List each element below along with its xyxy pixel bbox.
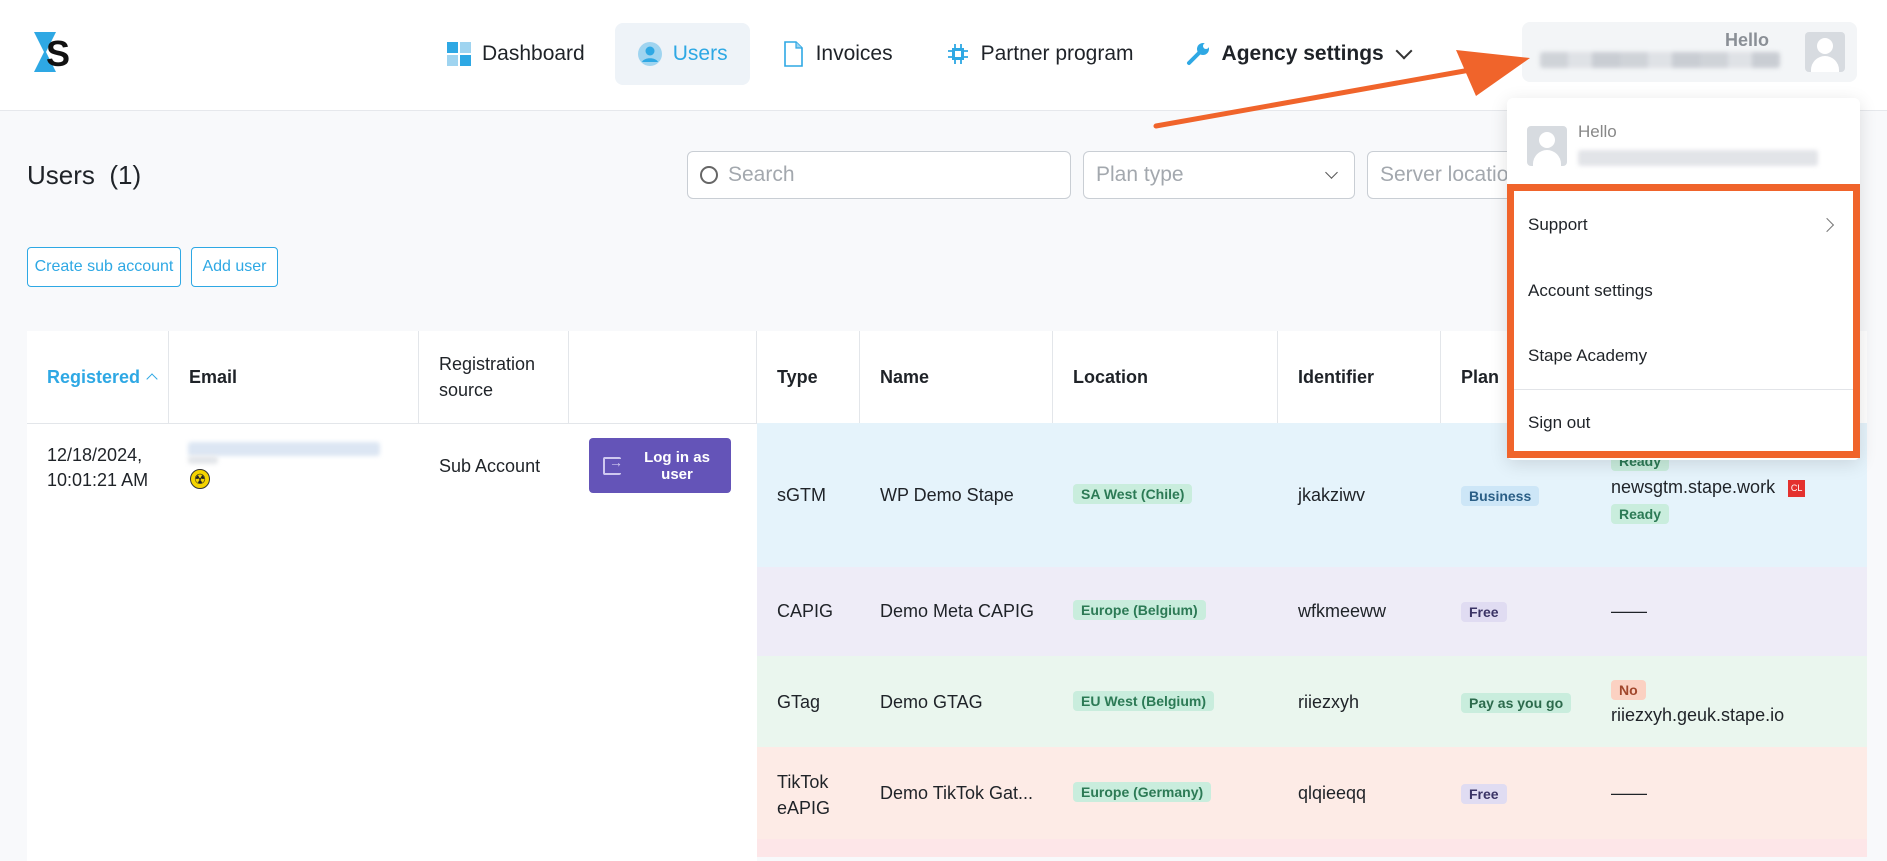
user-menu-trigger[interactable]: Hello [1522, 22, 1857, 82]
domain-empty: —— [1611, 783, 1647, 803]
col-identifier: Identifier [1278, 331, 1441, 423]
col-registration-source-label: Registration source [439, 354, 536, 400]
domain-name: riiezxyh.geuk.stape.io [1611, 705, 1785, 725]
document-icon [783, 41, 803, 67]
email-redacted [188, 442, 380, 456]
nav-partner-label: Partner program [980, 42, 1134, 65]
row-name: Demo TikTok Gat... [880, 783, 1034, 803]
location-badge: Europe (Germany) [1073, 782, 1212, 802]
table-row[interactable]: CAPIG Demo Meta CAPIG Europe (Belgium) w… [757, 567, 1867, 656]
plan-type-select[interactable]: Plan type [1083, 151, 1355, 199]
plan-badge: Pay as you go [1461, 693, 1572, 713]
plan-badge: Free [1461, 602, 1507, 622]
server-location-select[interactable]: Server location [1367, 151, 1527, 199]
nav-users-label: Users [672, 42, 728, 65]
svg-text:S: S [46, 33, 70, 74]
nav-users[interactable]: Users [614, 23, 750, 85]
nav-partner-program[interactable]: Partner program [923, 23, 1156, 85]
row-identifier: qlqieeqq [1298, 783, 1367, 803]
user-email-redacted [1540, 52, 1780, 68]
col-registered[interactable]: Registered [27, 331, 169, 423]
sort-up-icon [146, 373, 158, 385]
table-row[interactable]: TikTok eAPIG Demo TikTok Gat... Europe (… [757, 747, 1867, 839]
domain-item: newsgtm.stape.work CL [1611, 477, 1806, 498]
status-badge: Ready [1611, 504, 1670, 524]
domain-list: Ready newsgtm.stape.work CL Ready [1611, 451, 1806, 524]
user-hello: Hello [1724, 30, 1769, 50]
dropdown-hello: Hello [1578, 122, 1617, 141]
search-input[interactable]: Search [687, 151, 1071, 199]
row-identifier: wfkmeeww [1298, 601, 1387, 621]
domain-empty: —— [1611, 601, 1647, 621]
col-actions [569, 331, 757, 423]
annotation-arrow [1153, 50, 1530, 129]
plan-badge: Free [1461, 784, 1507, 804]
plan-type-placeholder: Plan type [1096, 163, 1184, 186]
table-row[interactable]: GTag Demo GTAG EU West (Belgium) riiezxy… [757, 656, 1867, 747]
status-badge: No [1611, 680, 1646, 700]
server-location-placeholder: Server location [1380, 163, 1521, 186]
location-badge: SA West (Chile) [1073, 484, 1193, 504]
col-name-label: Name [880, 366, 930, 387]
row-type: TikTok eAPIG [777, 769, 830, 821]
registered-date: 12/18/2024, 10:01:21 AM [47, 443, 148, 493]
row-name: Demo GTAG [880, 692, 983, 712]
registered-date-line: 12/18/2024, [47, 445, 143, 465]
nav-dashboard[interactable]: Dashboard [424, 23, 607, 85]
location-badge: Europe (Belgium) [1073, 600, 1206, 620]
dropdown-email-redacted [1578, 150, 1818, 166]
col-registered-label: Registered [47, 366, 141, 387]
col-location-label: Location [1073, 366, 1148, 387]
avatar [1805, 32, 1845, 72]
row-identifier: riiezxyh [1298, 692, 1360, 712]
location-badge: EU West (Belgium) [1073, 691, 1214, 711]
row-name: WP Demo Stape [880, 485, 1014, 505]
dashboard-icon [447, 42, 471, 66]
col-name: Name [860, 331, 1053, 423]
email-redacted-2 [188, 456, 218, 464]
col-type-label: Type [777, 366, 818, 387]
row-name: Demo Meta CAPIG [880, 601, 1035, 621]
col-registration-source: Registration source [419, 331, 569, 423]
login-icon [603, 454, 623, 475]
row-type: sGTM [777, 485, 826, 505]
stape-logo[interactable]: S [32, 30, 76, 74]
cloudflare-icon: CL [1788, 479, 1806, 497]
col-plan-label: Plan [1461, 366, 1500, 387]
log-in-as-user-button[interactable]: Log in as user [589, 438, 731, 493]
search-icon [700, 166, 718, 184]
plan-badge: Business [1461, 486, 1540, 506]
add-user-button[interactable]: Add user [191, 247, 278, 287]
table-row[interactable] [757, 839, 1867, 857]
nav-dashboard-label: Dashboard [482, 42, 585, 65]
row-type-line: eAPIG [777, 798, 831, 818]
log-in-as-user-label: Log in as user [644, 448, 710, 483]
row-type: GTag [777, 692, 821, 712]
page-title: Users (1) [27, 160, 142, 190]
registered-time-line: 10:01:21 AM [47, 470, 149, 490]
annotation-highlight-box [1507, 184, 1860, 458]
radioactive-icon: ☢ [190, 469, 210, 489]
col-type: Type [757, 331, 860, 423]
search-placeholder: Search [728, 163, 795, 186]
registration-source-value: Sub Account [439, 456, 541, 476]
col-email: Email [169, 331, 419, 423]
avatar [1527, 126, 1567, 166]
row-identifier: jkakziwv [1298, 485, 1366, 505]
chip-icon [947, 44, 968, 64]
col-email-label: Email [189, 366, 238, 387]
top-navbar: S Dashboard Users Invoices Partner progr… [0, 0, 1887, 111]
row-type: CAPIG [777, 601, 834, 621]
nav-invoices[interactable]: Invoices [758, 23, 915, 85]
domain-name: newsgtm.stape.work [1611, 477, 1776, 497]
chevron-down-icon [1325, 166, 1338, 179]
row-type-line: TikTok [777, 772, 829, 792]
users-icon [637, 42, 662, 66]
create-sub-account-button[interactable]: Create sub account [27, 247, 181, 287]
col-identifier-label: Identifier [1298, 366, 1375, 387]
nav-invoices-label: Invoices [815, 42, 893, 65]
col-location: Location [1053, 331, 1278, 423]
